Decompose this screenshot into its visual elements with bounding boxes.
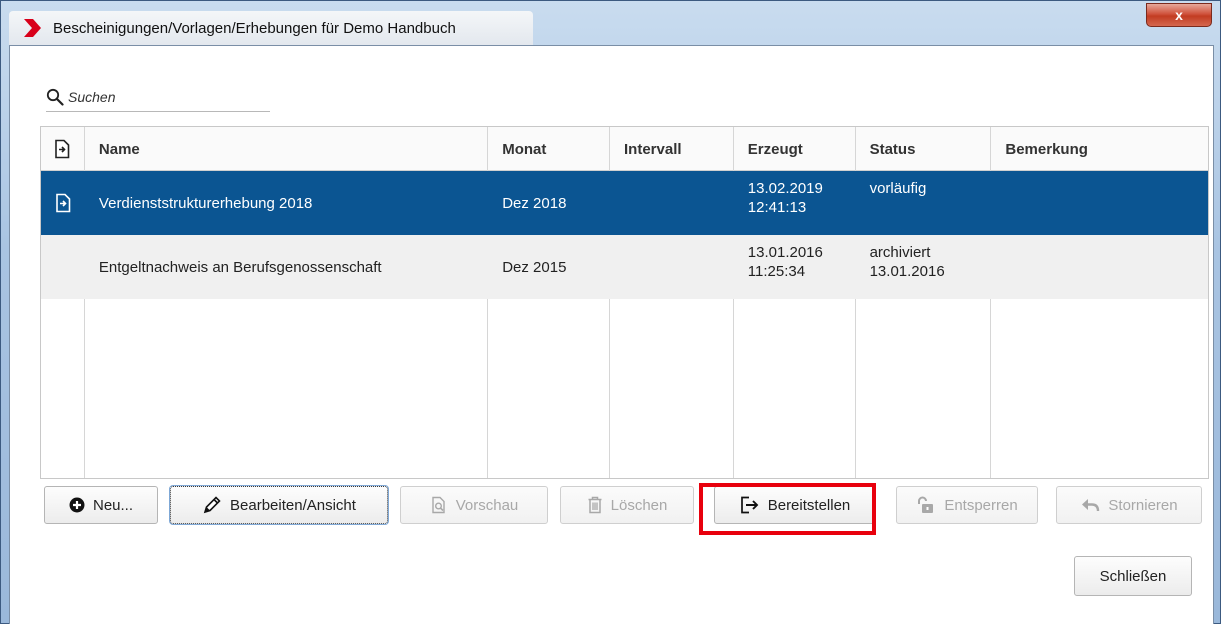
title-tab: Bescheinigungen/Vorlagen/Erhebungen für … (9, 11, 533, 45)
cell-monat: Dez 2015 (502, 258, 567, 276)
app-logo-icon (24, 19, 41, 37)
column-header-name[interactable]: Name (85, 127, 489, 171)
cell-status-line1: vorläufig (869, 180, 927, 197)
cell-intervall (610, 235, 734, 299)
row-icon-cell (41, 235, 85, 299)
cell-bemerkung (991, 235, 1208, 299)
undo-arrow-icon (1082, 499, 1100, 512)
window-title: Bescheinigungen/Vorlagen/Erhebungen für … (53, 19, 456, 37)
new-button[interactable]: Neu... (44, 486, 158, 524)
cell-status: vorläufig (856, 171, 992, 235)
table-row[interactable]: Entgeltnachweis an Berufsgenossenschaft … (41, 235, 1208, 299)
unlock-icon (918, 496, 934, 513)
table-header: Name Monat Intervall Erzeugt Status Beme… (41, 127, 1208, 171)
cell-erzeugt-time: 12:41:13 (747, 199, 807, 216)
preview-button-label: Vorschau (455, 496, 519, 514)
cell-erzeugt: 13.02.2019 12:41:13 (734, 171, 856, 235)
close-dialog-button[interactable]: Schließen (1074, 556, 1192, 596)
cell-erzeugt-time: 11:25:34 (747, 263, 806, 280)
cancel-booking-button[interactable]: Stornieren (1056, 486, 1202, 524)
cell-status-line2: 13.01.2016 (869, 263, 945, 280)
table-row[interactable]: Verdienststrukturerhebung 2018 Dez 2018 … (41, 171, 1208, 235)
search-field (46, 82, 270, 112)
unlock-button[interactable]: Entsperren (896, 486, 1038, 524)
highlight-box (699, 483, 876, 535)
action-button-bar: Neu... Bearbeiten/Ansicht Vorschau Lösch… (44, 485, 1204, 530)
cell-monat: Dez 2018 (502, 194, 567, 212)
preview-icon (432, 496, 445, 514)
new-button-label: Neu... (92, 496, 134, 514)
cell-status-line1: archiviert (869, 244, 931, 261)
search-icon (46, 88, 64, 106)
table-body: Verdienststrukturerhebung 2018 Dez 2018 … (41, 171, 1208, 478)
pencil-icon (203, 496, 221, 514)
unlock-button-label: Entsperren (944, 496, 1018, 514)
search-input[interactable] (68, 88, 258, 105)
documents-table: Name Monat Intervall Erzeugt Status Beme… (40, 126, 1209, 479)
cell-name: Entgeltnachweis an Berufsgenossenschaft (98, 258, 382, 276)
plus-circle-icon (69, 497, 85, 513)
titlebar: Bescheinigungen/Vorlagen/Erhebungen für … (1, 1, 1220, 47)
column-header-status[interactable]: Status (856, 127, 992, 171)
close-icon: x (1175, 7, 1183, 23)
column-header-erzeugt[interactable]: Erzeugt (734, 127, 856, 171)
delete-button[interactable]: Löschen (560, 486, 694, 524)
column-header-bemerkung[interactable]: Bemerkung (991, 127, 1208, 171)
cell-erzeugt: 13.01.2016 11:25:34 (734, 235, 856, 299)
cell-intervall (610, 171, 734, 235)
dialog-window: Bescheinigungen/Vorlagen/Erhebungen für … (0, 0, 1221, 624)
document-export-icon (55, 139, 70, 159)
edit-view-button[interactable]: Bearbeiten/Ansicht (169, 485, 389, 525)
delete-button-label: Löschen (610, 496, 668, 514)
cell-erzeugt-date: 13.01.2016 (747, 244, 823, 261)
column-header-monat[interactable]: Monat (488, 127, 610, 171)
cell-name: Verdienststrukturerhebung 2018 (98, 194, 313, 212)
preview-button[interactable]: Vorschau (400, 486, 548, 524)
dialog-client-area: Name Monat Intervall Erzeugt Status Beme… (9, 45, 1214, 624)
window-close-button[interactable]: x (1146, 3, 1212, 27)
trash-icon (588, 496, 602, 514)
column-header-intervall[interactable]: Intervall (610, 127, 734, 171)
header-icon-column[interactable] (41, 127, 85, 171)
row-icon-cell (41, 171, 85, 235)
cancel-booking-button-label: Stornieren (1108, 496, 1178, 514)
edit-view-button-label: Bearbeiten/Ansicht (230, 496, 356, 514)
document-export-icon (56, 193, 71, 213)
cell-erzeugt-date: 13.02.2019 (747, 180, 823, 197)
cell-bemerkung (991, 171, 1208, 235)
cell-status: archiviert 13.01.2016 (856, 235, 992, 299)
